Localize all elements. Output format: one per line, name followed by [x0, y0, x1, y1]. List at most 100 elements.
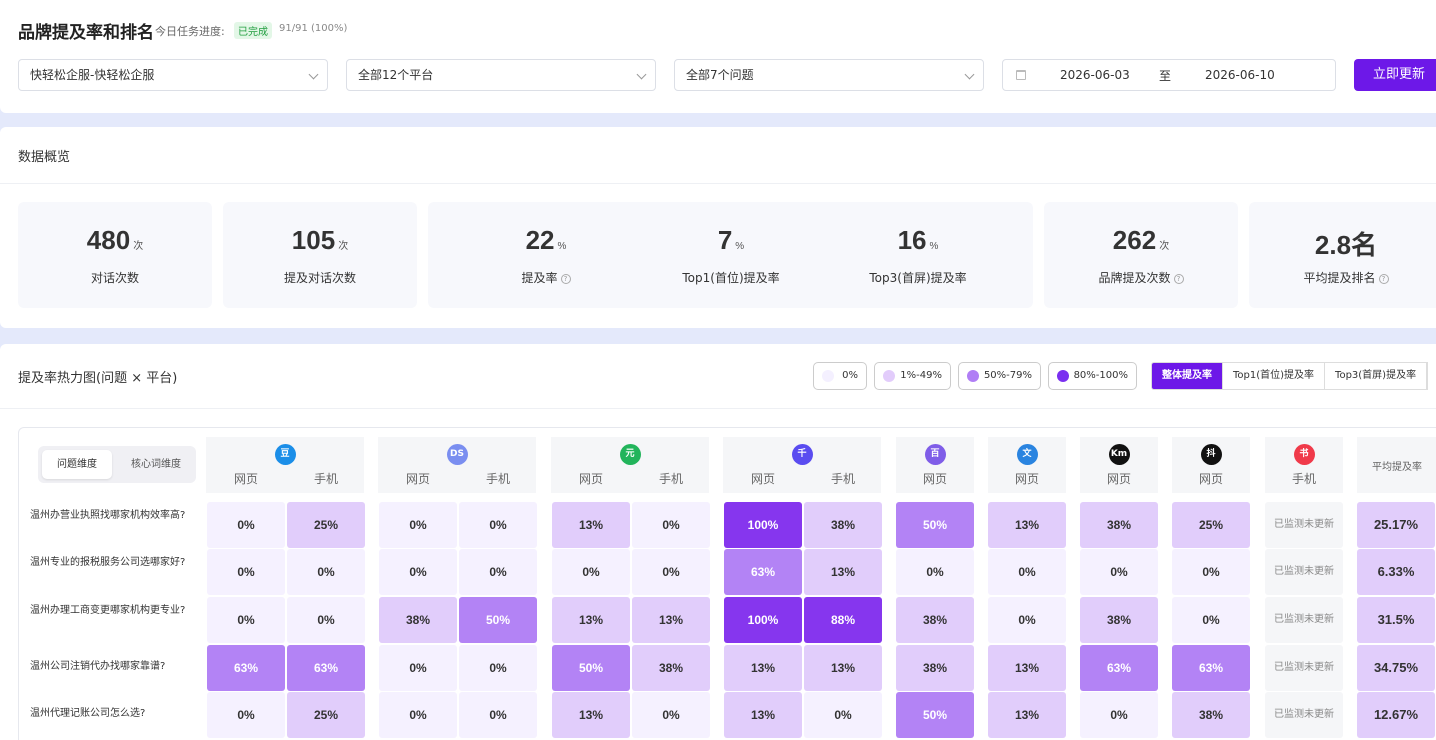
- help-icon[interactable]: ?: [1173, 274, 1184, 284]
- heatmap-cell[interactable]: 0%: [207, 597, 285, 643]
- heatmap-cell[interactable]: 38%: [632, 645, 710, 691]
- heatmap-cell[interactable]: 63%: [1172, 645, 1250, 691]
- heatmap-cell[interactable]: 0%: [379, 645, 457, 691]
- heatmap-cell[interactable]: 0%: [379, 692, 457, 738]
- date-end[interactable]: 2026-06-10: [1205, 68, 1275, 82]
- heatmap-cell[interactable]: 0%: [459, 645, 537, 691]
- toggle-keyword-dimension[interactable]: 核心词维度: [120, 450, 192, 479]
- heatmap-cell[interactable]: 0%: [459, 692, 537, 738]
- status-badge: 已完成: [234, 22, 272, 39]
- heatmap-cell[interactable]: 13%: [724, 692, 802, 738]
- heatmap-cell[interactable]: 0%: [1172, 549, 1250, 595]
- heatmap-cell[interactable]: 50%: [896, 502, 974, 548]
- heatmap-cell[interactable]: 0%: [552, 549, 630, 595]
- heatmap-cell[interactable]: 0%: [804, 692, 882, 738]
- heatmap-cell[interactable]: 0%: [988, 597, 1066, 643]
- heatmap-cell[interactable]: 0%: [1172, 597, 1250, 643]
- stat-label: Top1(首位)提及率: [682, 271, 780, 285]
- heatmap-cell[interactable]: 13%: [988, 502, 1066, 548]
- heatmap-cell[interactable]: 63%: [724, 549, 802, 595]
- platform-logo-icon: 文: [1016, 444, 1038, 465]
- platform-logo-icon: Km: [1108, 444, 1130, 465]
- tab-overall-rate[interactable]: 整体提及率: [1152, 363, 1223, 389]
- date-start[interactable]: 2026-06-03: [1060, 68, 1130, 82]
- stat-value: 16%: [897, 225, 939, 255]
- date-range-picker[interactable]: 2026-06-03 至 2026-06-10: [1002, 59, 1336, 91]
- heatmap-cell[interactable]: 38%: [1080, 502, 1158, 548]
- heatmap-cell[interactable]: 13%: [724, 645, 802, 691]
- heatmap-cell[interactable]: 0%: [459, 549, 537, 595]
- platform-sub-label: 网页: [922, 472, 947, 486]
- legend-item: 80%-100%: [1048, 362, 1137, 390]
- heatmap-cell[interactable]: 0%: [1080, 692, 1158, 738]
- heatmap-cell[interactable]: 0%: [988, 549, 1066, 595]
- heatmap-cell[interactable]: 38%: [896, 645, 974, 691]
- heatmap-cell[interactable]: 13%: [804, 645, 882, 691]
- heatmap-cell[interactable]: 0%: [1080, 549, 1158, 595]
- chevron-down-icon: [308, 69, 319, 80]
- question-select[interactable]: 全部7个问题: [674, 59, 984, 91]
- heatmap-cell[interactable]: 0%: [379, 502, 457, 548]
- heatmap-cell[interactable]: 13%: [804, 549, 882, 595]
- tab-top1-rate[interactable]: Top1(首位)提及率: [1223, 363, 1326, 389]
- help-icon[interactable]: ?: [560, 274, 571, 284]
- heatmap-cell[interactable]: 50%: [896, 692, 974, 738]
- overview-card: 数据概览 480 次 对话次数 105 次 提及对话次数 22% 提及率? 7% T…: [0, 127, 1436, 328]
- brand-select[interactable]: 快轻松企服-快轻松企服: [18, 59, 328, 91]
- heatmap-cell[interactable]: 25%: [287, 692, 365, 738]
- legend-label: 1%-49%: [900, 370, 942, 381]
- help-icon[interactable]: ?: [1378, 274, 1389, 284]
- heatmap-cell[interactable]: 0%: [287, 549, 365, 595]
- heatmap-cell[interactable]: 63%: [287, 645, 365, 691]
- heatmap-cell[interactable]: 100%: [724, 502, 802, 548]
- heatmap-cell[interactable]: 0%: [459, 502, 537, 548]
- divider: [0, 408, 1436, 409]
- update-button[interactable]: 立即更新: [1354, 59, 1436, 91]
- legend-swatch: [967, 370, 979, 382]
- rate-tabs: 整体提及率 Top1(首位)提及率 Top3(首屏)提及率: [1151, 362, 1429, 390]
- stat-label: Top3(首屏)提及率: [869, 271, 967, 285]
- heatmap-cell[interactable]: 13%: [632, 597, 710, 643]
- heatmap-cell[interactable]: 25%: [1172, 502, 1250, 548]
- heatmap-cell[interactable]: 0%: [379, 549, 457, 595]
- heatmap-cell[interactable]: 13%: [988, 645, 1066, 691]
- heatmap-cell[interactable]: 13%: [552, 692, 630, 738]
- heatmap-cell[interactable]: 38%: [379, 597, 457, 643]
- heatmap-cell[interactable]: 13%: [552, 502, 630, 548]
- heatmap-cell[interactable]: 0%: [207, 692, 285, 738]
- tab-top3-rate[interactable]: Top3(首屏)提及率: [1325, 363, 1428, 389]
- platform-sub-label: 网页: [233, 472, 258, 486]
- heatmap-title: 提及率热力图(问题 × 平台): [18, 371, 178, 386]
- heatmap-cell[interactable]: 100%: [724, 597, 802, 643]
- platform-select[interactable]: 全部12个平台: [346, 59, 656, 91]
- toggle-question-dimension[interactable]: 问题维度: [42, 450, 112, 479]
- chevron-down-icon: [964, 69, 975, 80]
- heatmap-cell[interactable]: 50%: [552, 645, 630, 691]
- heatmap-cell[interactable]: 38%: [804, 502, 882, 548]
- heatmap-cell[interactable]: 88%: [804, 597, 882, 643]
- platform-header: 元网页 手机: [551, 437, 709, 493]
- heatmap-cell[interactable]: 38%: [896, 597, 974, 643]
- stat-label: 平均提及排名?: [1249, 269, 1436, 286]
- heatmap-cell[interactable]: 13%: [552, 597, 630, 643]
- heatmap-cell[interactable]: 0%: [207, 549, 285, 595]
- heatmap-cell[interactable]: 63%: [1080, 645, 1158, 691]
- question-label: 温州办营业执照找哪家机构效率高?: [30, 510, 186, 521]
- heatmap-cell[interactable]: 25%: [287, 502, 365, 548]
- stat-label: 提及对话次数: [283, 271, 356, 285]
- heatmap-cell[interactable]: 50%: [459, 597, 537, 643]
- heatmap-cell[interactable]: 0%: [632, 549, 710, 595]
- stat-value: 480 次: [86, 225, 144, 255]
- heatmap-cell[interactable]: 63%: [207, 645, 285, 691]
- heatmap-cell[interactable]: 0%: [207, 502, 285, 548]
- avg-header: 平均提及率: [1357, 437, 1436, 493]
- heatmap-cell[interactable]: 0%: [287, 597, 365, 643]
- heatmap-cell[interactable]: 0%: [632, 502, 710, 548]
- heatmap-cell[interactable]: 38%: [1080, 597, 1158, 643]
- stat-card-brand-mentions: 262 次 品牌提及次数?: [1044, 202, 1238, 308]
- heatmap-cell[interactable]: 0%: [896, 549, 974, 595]
- heatmap-cell[interactable]: 0%: [632, 692, 710, 738]
- heatmap-cell[interactable]: 38%: [1172, 692, 1250, 738]
- avg-rate-cell: 31.5%: [1357, 597, 1435, 643]
- heatmap-cell[interactable]: 13%: [988, 692, 1066, 738]
